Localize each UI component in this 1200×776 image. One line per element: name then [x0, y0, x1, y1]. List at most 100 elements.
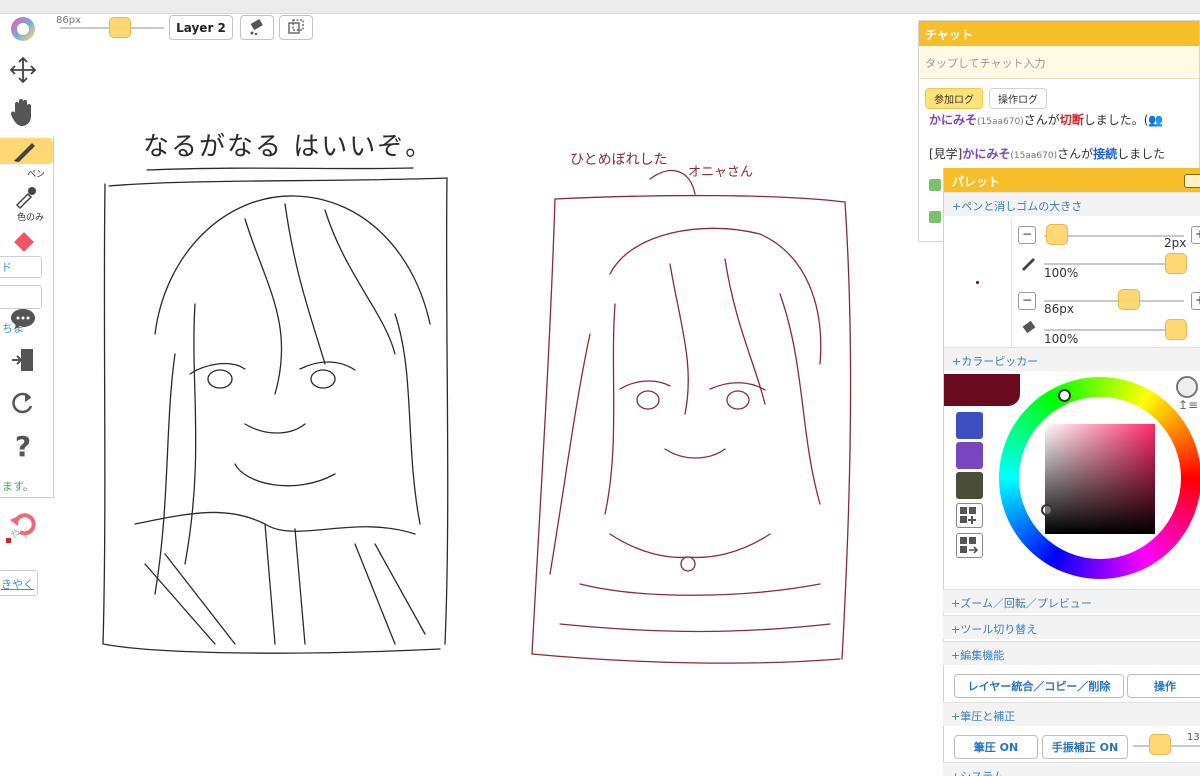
swap-swatch-button[interactable]: [956, 533, 983, 558]
section-pressure-correction[interactable]: +筆圧と補正: [943, 702, 1200, 726]
eraser-small-icon: [1020, 319, 1038, 341]
right-sketch-caption-top: ひとめぼれした: [570, 152, 668, 168]
pen-opacity-value: 100%: [1044, 266, 1079, 280]
chat-user: かにみそ: [962, 147, 1011, 161]
eraser-size-increase-button[interactable]: +: [1191, 292, 1200, 310]
pen-size-slider-knob[interactable]: [1046, 224, 1068, 245]
tab-operation-log[interactable]: 操作ログ: [989, 88, 1047, 109]
eraser-opacity-slider-knob[interactable]: [1165, 319, 1187, 340]
add-swatch-button[interactable]: [956, 503, 983, 528]
chat-action: 接続: [1093, 147, 1118, 161]
grid-swap-icon: [960, 537, 979, 554]
eraser-size-decrease-button[interactable]: −: [1018, 292, 1036, 310]
saturation-value-square[interactable]: [1045, 424, 1155, 534]
left-fragment-text-5[interactable]: きやく: [1, 576, 34, 592]
pen-tool-label: ペン: [27, 170, 46, 180]
pen-tool[interactable]: [6, 137, 44, 165]
chat-uid: (15aa670): [1010, 151, 1058, 161]
layer-transform-button[interactable]: [279, 15, 313, 40]
section-edit[interactable]: +編集機能: [943, 641, 1200, 665]
pen-icon: [1022, 258, 1035, 271]
pen-opacity-slider-knob[interactable]: [1165, 253, 1187, 274]
color-picker-tool[interactable]: [6, 184, 44, 210]
hue-ring-handle[interactable]: [1058, 389, 1071, 402]
eraser-icon: [1022, 320, 1036, 334]
chat-user: かにみそ: [929, 113, 978, 127]
pen-size-increase-button[interactable]: +: [1191, 226, 1200, 244]
palette-title: パレット: [952, 175, 1001, 189]
eraser-icon: [14, 232, 34, 252]
chat-message: [見学]かにみそ(15aa670)さんが接続しました: [929, 145, 1165, 162]
svg-text:?: ?: [15, 430, 31, 460]
oekaki-app: { "toolbar": { "brush_size_label": "86px…: [0, 0, 1200, 776]
hand-tool[interactable]: [4, 95, 42, 129]
help-tool[interactable]: ?: [4, 428, 42, 462]
section-system[interactable]: +システム: [943, 762, 1200, 776]
chat-tabs: 参加ログ 操作ログ: [925, 88, 1047, 109]
color-swatch-blue[interactable]: [956, 412, 983, 439]
section-color-picker[interactable]: +カラーピッカー: [944, 347, 1200, 371]
palette-toggle-button[interactable]: [1184, 174, 1200, 188]
chat-title: チャット: [919, 21, 1199, 46]
left-sketch-caption: なるがなる はいいぞ。: [143, 132, 434, 162]
color-swatch-purple[interactable]: [956, 442, 983, 469]
eraser-opacity-value: 100%: [1044, 332, 1079, 346]
layer-clear-button[interactable]: [240, 15, 274, 40]
transform-icon: [288, 18, 304, 34]
hand-icon: [10, 99, 32, 126]
move-tool[interactable]: [4, 53, 42, 87]
redo-arrow-icon: [12, 392, 33, 414]
color-swatch-olive[interactable]: [956, 472, 983, 499]
left-fragment-text-1: ド: [1, 261, 12, 274]
grid-add-icon: [960, 507, 976, 524]
size-divider: [1011, 218, 1012, 348]
pen-opacity-track[interactable]: [1044, 263, 1184, 265]
eraser-size-slider-knob[interactable]: [1118, 289, 1140, 310]
redo-tool[interactable]: [4, 386, 42, 420]
stabilizer-toggle-button[interactable]: 手振補正 ON: [1042, 735, 1128, 759]
chat-icon-green: [929, 179, 941, 191]
section-pen-eraser-size[interactable]: +ペンと消しゴムの大きさ: [944, 192, 1200, 216]
color-mode-button[interactable]: [1176, 376, 1198, 398]
section-zoom-rotate-preview[interactable]: +ズーム／回転／プレビュー: [943, 589, 1200, 613]
eyedropper-icon: [15, 187, 36, 209]
layer-button[interactable]: Layer 2: [169, 15, 233, 40]
sv-handle[interactable]: [1041, 504, 1053, 516]
chat-prefix: [見学]: [929, 147, 963, 161]
chat-text-tail: しました。(👥: [1083, 113, 1164, 127]
color-wheel[interactable]: [999, 377, 1200, 579]
stabilizer-slider-knob[interactable]: [1149, 734, 1171, 755]
chat-message: かにみそ(15aa670)さんが切断しました。(👥: [929, 111, 1163, 128]
left-sketch: [102, 167, 449, 654]
section-tool-switch[interactable]: +ツール切り替え: [943, 615, 1200, 639]
brush-size-label: 86px: [56, 15, 81, 26]
exit-tool[interactable]: [4, 343, 42, 377]
chat-tool[interactable]: [4, 302, 42, 336]
tab-join-log[interactable]: 参加ログ: [925, 88, 983, 109]
palette-header: パレット: [944, 168, 1200, 192]
chat-text: さんが: [1057, 147, 1094, 161]
move-arrows-icon: [9, 56, 37, 84]
brush-size-slider-knob[interactable]: [109, 17, 131, 38]
color-list-icon[interactable]: ↥≡: [1178, 398, 1198, 412]
exit-door-icon: [12, 349, 33, 371]
chat-text-tail: しました: [1117, 147, 1166, 161]
pen-size-decrease-button[interactable]: −: [1018, 226, 1036, 244]
pressure-toggle-button[interactable]: 筆圧 ON: [954, 735, 1038, 759]
color-wheel-icon: [11, 17, 35, 41]
chat-text: さんが: [1023, 113, 1060, 127]
chat-input[interactable]: タップしてチャット入力: [919, 46, 1199, 79]
chat-uid: (15aa670): [977, 117, 1024, 127]
pen-small-icon: [1020, 253, 1038, 275]
color-wheel-tool[interactable]: [4, 12, 42, 46]
picker-tool-label: 色のみ: [17, 213, 45, 223]
layer-merge-copy-delete-button[interactable]: レイヤー統合／コピー／削除: [954, 674, 1124, 698]
pen-preview-dot: [976, 281, 979, 284]
operation-button[interactable]: 操作: [1127, 674, 1200, 698]
right-sketch: [531, 170, 852, 664]
eraser-opacity-track[interactable]: [1044, 329, 1184, 331]
pen-icon: [14, 143, 35, 162]
eraser-tool[interactable]: [4, 226, 42, 260]
chat-icon-green: [929, 211, 941, 223]
right-sketch-caption-sub: オニャさん: [688, 165, 754, 180]
